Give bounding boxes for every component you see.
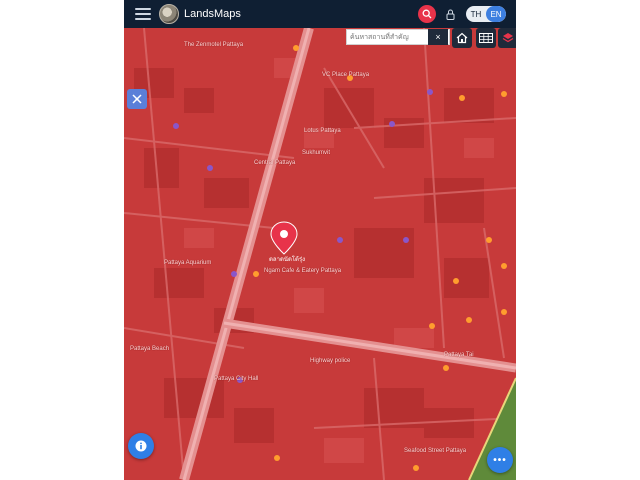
map-imagery <box>124 28 516 480</box>
layers-icon <box>502 33 514 43</box>
map-label: Pattaya Tai <box>444 352 474 358</box>
layers-button[interactable] <box>498 28 516 48</box>
map-label: Lotus Pattaya <box>304 128 341 134</box>
hamburger-menu-icon[interactable] <box>135 8 151 20</box>
info-icon <box>135 440 147 452</box>
search-icon <box>422 9 432 19</box>
grid-icon <box>479 33 493 43</box>
home-button[interactable] <box>452 28 472 48</box>
grid-button[interactable] <box>476 28 496 48</box>
map-canvas[interactable]: The Zenmotel Pattaya VC Place Pattaya Lo… <box>124 28 516 480</box>
map-label: Pattaya City Hall <box>214 376 259 382</box>
map-app: LandsMaps TH EN The Zenmotel Pattaya VC … <box>124 0 516 480</box>
marker-label: ตลาดนัดโต้รุ่ง <box>269 257 306 263</box>
map-label: VC Place Pattaya <box>322 72 370 78</box>
ruler-icon <box>132 94 142 104</box>
info-button[interactable] <box>128 433 154 459</box>
map-label: The Zenmotel Pattaya <box>184 42 244 48</box>
top-bar: LandsMaps TH EN <box>124 0 516 28</box>
top-right-controls: TH EN <box>418 5 506 23</box>
lang-option-en[interactable]: EN <box>486 6 506 22</box>
language-toggle[interactable]: TH EN <box>466 6 506 22</box>
search-clear-button[interactable]: × <box>428 29 448 45</box>
map-label: Seafood Street Pattaya <box>404 448 467 454</box>
map-label: Pattaya Beach <box>130 346 170 352</box>
search-button[interactable] <box>418 5 436 23</box>
more-options-button[interactable]: ••• <box>487 447 513 473</box>
map-label: Highway police <box>310 358 351 364</box>
map-label: Sukhumvit <box>302 150 331 156</box>
measure-tool-button[interactable] <box>127 89 147 109</box>
app-title: LandsMaps <box>184 8 241 20</box>
lock-icon[interactable] <box>443 7 457 21</box>
map-label: Ngam Cafe & Eatery Pattaya <box>264 268 342 274</box>
map-label: Central Pattaya <box>254 160 296 166</box>
home-icon <box>456 32 468 44</box>
app-logo <box>159 4 179 24</box>
map-label: Pattaya Aquarium <box>164 260 212 266</box>
lang-option-th[interactable]: TH <box>466 6 486 22</box>
